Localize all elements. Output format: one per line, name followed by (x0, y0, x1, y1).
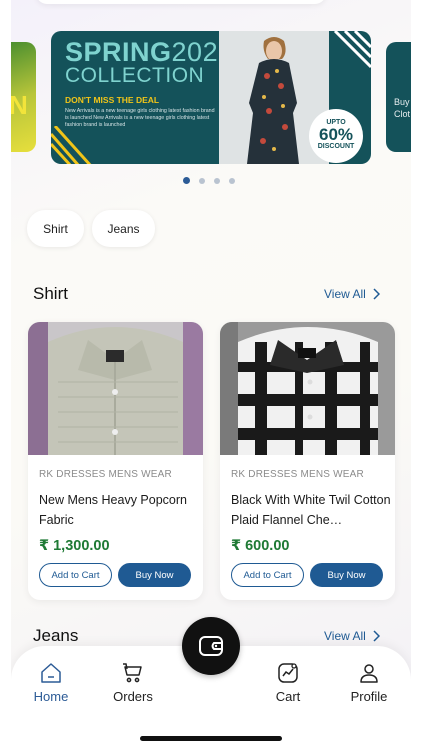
orders-icon (123, 663, 142, 683)
carousel-dot-4[interactable] (229, 177, 235, 184)
app-screen: N SPRING2020 COLLECTION DON'T MISS THE D… (11, 0, 411, 715)
banner-prev[interactable]: N (11, 42, 36, 152)
discount-badge: UPTO 60% DISCOUNT (309, 109, 363, 163)
product-image (220, 322, 395, 455)
nav-profile-label: Profile (350, 689, 388, 704)
carousel-dot-1[interactable] (183, 177, 190, 184)
product-name[interactable]: New Mens Heavy Popcorn Fabric (39, 490, 199, 530)
section-title-jeans: Jeans (33, 626, 79, 645)
banner-next[interactable]: Buy Clot (386, 42, 411, 152)
carousel-dot-2[interactable] (199, 177, 205, 184)
view-all-label: View All (324, 287, 366, 301)
banner-next-text: Buy Clot (394, 97, 411, 119)
nav-orders[interactable]: Orders (98, 661, 168, 704)
section-title-shirt: Shirt (33, 284, 68, 303)
banner-prev-letter: N (11, 90, 28, 120)
category-chip-shirt[interactable]: Shirt (27, 210, 84, 247)
banner-stripes-decoration (51, 126, 92, 164)
wallet-icon (199, 636, 223, 656)
product-price: ₹ 600.00 (231, 538, 290, 554)
product-image (28, 322, 203, 455)
add-to-cart-button[interactable]: Add to Cart (231, 563, 304, 587)
home-indicator[interactable] (140, 736, 282, 741)
product-brand: RK DRESSES MENS WEAR (231, 469, 364, 480)
buy-now-button[interactable]: Buy Now (118, 563, 191, 587)
nav-home[interactable]: Home (16, 661, 86, 704)
chevron-right-icon (373, 630, 380, 642)
product-card[interactable]: RK DRESSES MENS WEAR Black With White Tw… (220, 322, 395, 600)
nav-orders-label: Orders (113, 689, 153, 704)
carousel-dot-3[interactable] (214, 177, 220, 184)
nav-profile[interactable]: Profile (334, 661, 404, 704)
wallet-fab-button[interactable] (182, 617, 240, 675)
product-brand: RK DRESSES MENS WEAR (39, 469, 172, 480)
view-all-jeans-link[interactable]: View All (324, 629, 380, 643)
nav-cart-label: Cart (275, 689, 301, 704)
promo-banner[interactable]: SPRING2020 COLLECTION DON'T MISS THE DEA… (51, 31, 371, 164)
view-all-shirt-link[interactable]: View All (324, 287, 380, 301)
banner-deal-text: DON'T MISS THE DEAL (65, 95, 160, 105)
profile-icon (360, 664, 378, 683)
badge-bottom-text: DISCOUNT (317, 143, 355, 150)
nav-home-label: Home (33, 689, 69, 704)
search-bar[interactable] (36, 0, 326, 4)
home-icon (41, 663, 61, 683)
category-chip-jeans[interactable]: Jeans (92, 210, 155, 247)
product-card[interactable]: RK DRESSES MENS WEAR New Mens Heavy Popc… (28, 322, 203, 600)
banner-collection-title: COLLECTION (65, 64, 205, 87)
nav-cart[interactable]: Cart (253, 661, 323, 704)
product-price: ₹ 1,300.00 (39, 538, 110, 554)
banner-corner-stripes (333, 31, 371, 69)
view-all-label: View All (324, 629, 366, 643)
buy-now-button[interactable]: Buy Now (310, 563, 383, 587)
add-to-cart-button[interactable]: Add to Cart (39, 563, 112, 587)
cart-icon (278, 663, 298, 683)
product-name[interactable]: Black With White Twil Cotton Plaid Flann… (231, 490, 391, 530)
chevron-right-icon (373, 288, 380, 300)
carousel-indicator[interactable] (183, 177, 235, 184)
badge-value: 60% (318, 125, 354, 144)
